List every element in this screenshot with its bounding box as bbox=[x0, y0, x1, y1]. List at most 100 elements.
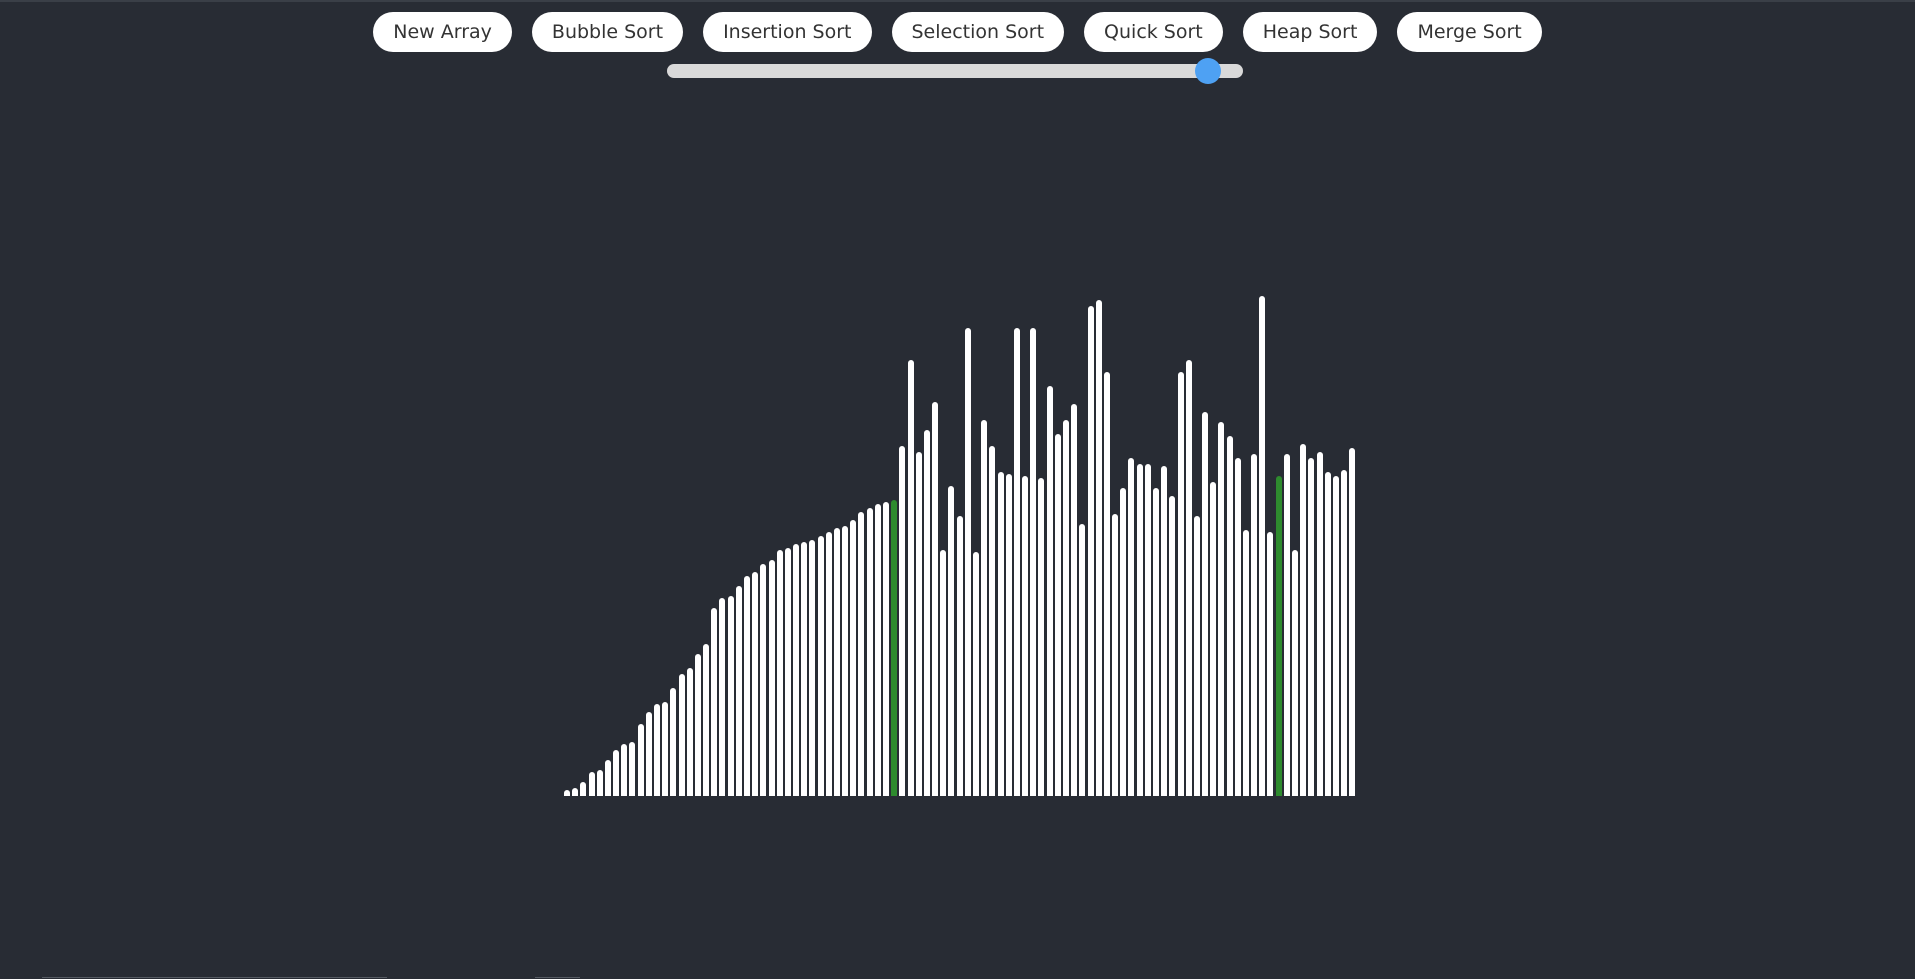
array-bar bbox=[694, 654, 701, 796]
array-bar bbox=[1202, 412, 1209, 796]
array-bar bbox=[662, 702, 669, 796]
array-bar bbox=[1349, 448, 1356, 796]
array-bar bbox=[686, 668, 693, 796]
array-bar bbox=[948, 486, 955, 796]
array-bar bbox=[776, 550, 783, 796]
array-bar bbox=[678, 674, 685, 796]
scrollbar-marker bbox=[535, 977, 580, 978]
array-bar bbox=[760, 564, 767, 796]
array-bar bbox=[907, 360, 914, 796]
array-bar bbox=[1013, 328, 1020, 796]
array-bars bbox=[0, 0, 1915, 979]
array-bar bbox=[997, 472, 1004, 796]
speed-slider[interactable] bbox=[667, 58, 1243, 84]
array-bar bbox=[915, 452, 922, 796]
array-bar bbox=[981, 420, 988, 796]
array-bar bbox=[1062, 420, 1069, 796]
array-bar bbox=[1169, 496, 1176, 796]
array-bar bbox=[727, 596, 734, 796]
array-bar bbox=[604, 760, 611, 796]
array-bar bbox=[1283, 454, 1290, 796]
array-bar bbox=[572, 788, 579, 796]
array-bar bbox=[1316, 452, 1323, 796]
array-bar bbox=[1292, 550, 1299, 796]
array-bar bbox=[891, 500, 898, 796]
array-bar bbox=[1210, 482, 1217, 796]
array-bar bbox=[1087, 306, 1094, 796]
array-bar bbox=[653, 704, 660, 796]
array-bar bbox=[580, 782, 587, 796]
array-bar bbox=[989, 446, 996, 796]
quick-sort-button[interactable]: Quick Sort bbox=[1084, 12, 1223, 52]
array-bar bbox=[1332, 476, 1339, 796]
heap-sort-button[interactable]: Heap Sort bbox=[1242, 12, 1378, 52]
array-bar bbox=[1136, 464, 1143, 796]
array-bar bbox=[1324, 472, 1331, 796]
array-bar bbox=[621, 744, 628, 796]
array-bar bbox=[768, 560, 775, 796]
array-bar bbox=[670, 688, 677, 796]
array-bar bbox=[1005, 474, 1012, 796]
array-bar bbox=[1022, 476, 1029, 796]
array-bar bbox=[1275, 476, 1282, 796]
array-bar bbox=[596, 770, 603, 796]
scrollbar-track[interactable] bbox=[42, 977, 387, 978]
array-bar bbox=[956, 516, 963, 796]
array-bar bbox=[1251, 454, 1258, 796]
array-bar bbox=[1054, 434, 1061, 796]
array-bar bbox=[1185, 360, 1192, 796]
array-bar bbox=[1071, 404, 1078, 796]
array-bar bbox=[1161, 466, 1168, 796]
array-bar bbox=[564, 790, 570, 796]
array-bar bbox=[932, 402, 939, 796]
array-bar bbox=[899, 446, 906, 796]
array-bar bbox=[1234, 458, 1241, 796]
array-bar bbox=[784, 548, 791, 796]
array-bar bbox=[1038, 478, 1045, 796]
array-bar bbox=[1300, 444, 1307, 796]
speed-slider-thumb[interactable] bbox=[1195, 58, 1222, 84]
array-bar bbox=[866, 508, 873, 796]
bubble-sort-button[interactable]: Bubble Sort bbox=[531, 12, 684, 52]
selection-sort-button[interactable]: Selection Sort bbox=[891, 12, 1065, 52]
array-bar bbox=[1128, 458, 1135, 796]
array-bar bbox=[825, 532, 832, 796]
array-bar bbox=[923, 430, 930, 796]
array-bar bbox=[711, 608, 718, 796]
array-bar bbox=[1120, 488, 1127, 796]
array-bar bbox=[1218, 422, 1225, 796]
array-bar bbox=[613, 750, 620, 796]
array-bar bbox=[719, 598, 726, 796]
insertion-sort-button[interactable]: Insertion Sort bbox=[703, 12, 872, 52]
array-bar bbox=[883, 502, 890, 796]
array-bar bbox=[1226, 436, 1233, 796]
array-bar bbox=[809, 540, 816, 796]
array-bar bbox=[1242, 530, 1249, 796]
toolbar: New Array Bubble Sort Insertion Sort Sel… bbox=[0, 12, 1915, 54]
array-bar bbox=[1193, 516, 1200, 796]
array-bar bbox=[1152, 488, 1159, 796]
array-bar bbox=[793, 544, 800, 796]
array-bar bbox=[1030, 328, 1037, 796]
array-bar bbox=[1308, 458, 1315, 796]
array-bar bbox=[1259, 296, 1266, 796]
array-bar bbox=[1341, 470, 1348, 796]
array-bar bbox=[1095, 300, 1102, 796]
array-bar bbox=[964, 328, 971, 796]
array-bar bbox=[743, 576, 750, 796]
array-bar bbox=[703, 644, 710, 796]
array-bar bbox=[637, 724, 644, 796]
array-bar bbox=[858, 512, 865, 796]
new-array-button[interactable]: New Array bbox=[373, 12, 512, 52]
array-bar bbox=[1112, 514, 1119, 796]
array-bar bbox=[1144, 464, 1151, 796]
array-bar bbox=[1267, 532, 1274, 796]
array-bar bbox=[842, 526, 849, 796]
array-bar bbox=[1177, 372, 1184, 796]
array-bar bbox=[874, 504, 881, 796]
array-bar bbox=[817, 536, 824, 796]
array-bar bbox=[1046, 386, 1053, 796]
merge-sort-button[interactable]: Merge Sort bbox=[1397, 12, 1542, 52]
array-bar bbox=[833, 528, 840, 796]
array-bar bbox=[801, 542, 808, 796]
